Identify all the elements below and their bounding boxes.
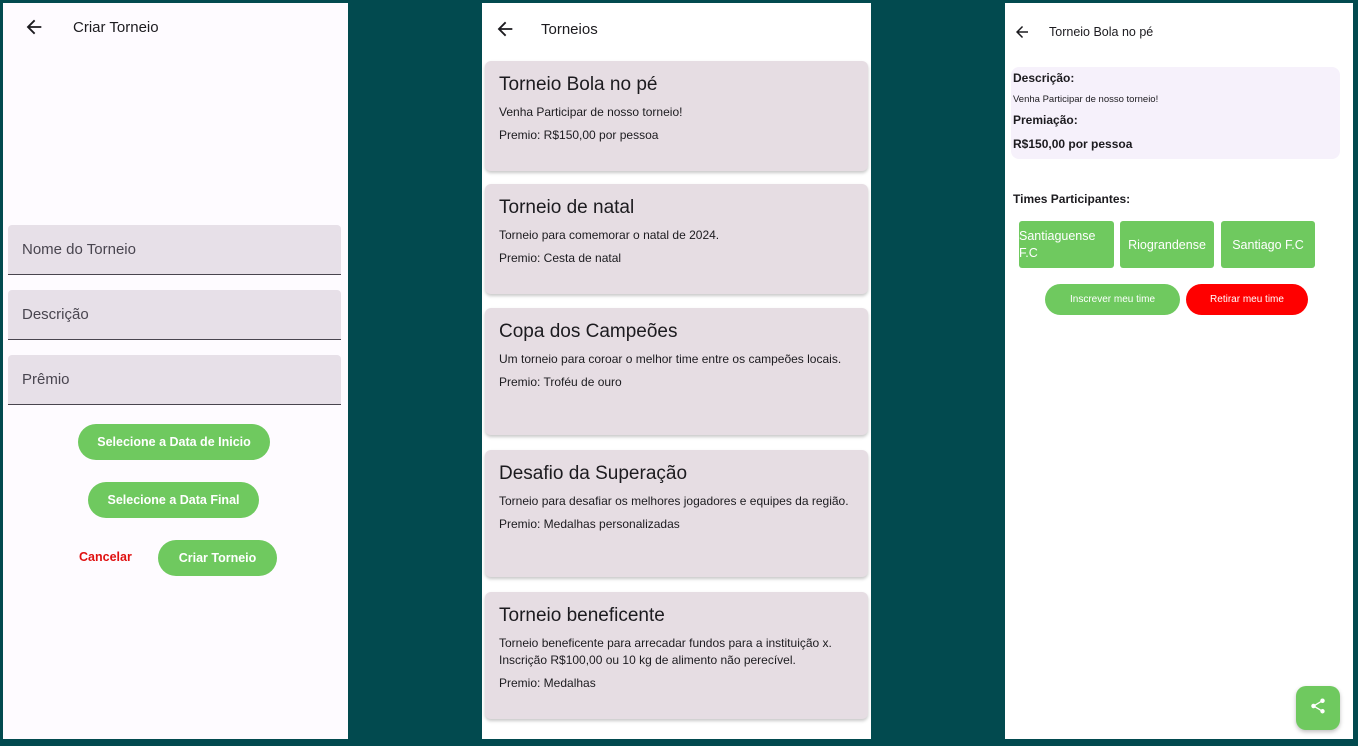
page-title: Torneio Bola no pé xyxy=(1049,25,1154,39)
top-app-bar: Criar Torneio xyxy=(3,3,348,51)
tournament-description: Torneio para comemorar o natal de 2024. xyxy=(499,228,720,242)
join-team-button[interactable]: Inscrever meu time xyxy=(1045,284,1180,315)
tournament-card[interactable]: Copa dos Campeões Um torneio para coroar… xyxy=(485,308,868,435)
prize-text: R$150,00 por pessoa xyxy=(1013,137,1133,151)
share-icon xyxy=(1309,697,1327,720)
tournament-title: Torneio Bola no pé xyxy=(499,74,658,95)
description-label: Descrição: xyxy=(1013,71,1075,85)
start-date-button[interactable]: Selecione a Data de Inicio xyxy=(78,424,270,460)
prize-label: Premiação: xyxy=(1013,113,1078,127)
tournament-card[interactable]: Torneio de natal Torneio para comemorar … xyxy=(485,184,868,294)
top-app-bar: Torneios xyxy=(482,3,871,55)
tournament-description: Um torneio para coroar o melhor time ent… xyxy=(499,352,842,366)
tournament-prize: Premio: Cesta de natal xyxy=(499,251,622,265)
page-title: Criar Torneio xyxy=(73,18,159,36)
description-field[interactable] xyxy=(8,290,341,340)
back-arrow-icon[interactable] xyxy=(1013,23,1031,41)
cancel-button[interactable]: Cancelar xyxy=(79,550,132,564)
tournament-prize: Premio: Medalhas xyxy=(499,676,596,690)
create-tournament-button[interactable]: Criar Torneio xyxy=(158,540,277,576)
tournament-detail-screen: Torneio Bola no pé Descrição: Venha Part… xyxy=(1005,3,1353,739)
tournament-description: Torneio para desafiar os melhores jogado… xyxy=(499,494,849,508)
end-date-button[interactable]: Selecione a Data Final xyxy=(88,482,259,518)
share-button[interactable] xyxy=(1296,686,1340,730)
back-arrow-icon[interactable] xyxy=(494,18,516,40)
teams-label: Times Participantes: xyxy=(1013,192,1131,206)
description-input[interactable] xyxy=(8,290,341,339)
tournament-name-input[interactable] xyxy=(8,225,341,274)
tournament-description: Venha Participar de nosso torneio! xyxy=(499,105,683,119)
tournament-prize: Premio: Troféu de ouro xyxy=(499,375,622,389)
create-tournament-screen: Criar Torneio Selecione a Data de Inicio… xyxy=(3,3,348,739)
top-app-bar: Torneio Bola no pé xyxy=(1005,3,1353,61)
description-text: Venha Participar de nosso torneio! xyxy=(1013,94,1159,105)
prize-field[interactable] xyxy=(8,355,341,405)
tournament-title: Copa dos Campeões xyxy=(499,321,678,342)
page-title: Torneios xyxy=(541,20,598,38)
tournament-title: Torneio beneficente xyxy=(499,605,665,626)
tournament-prize: Premio: Medalhas personalizadas xyxy=(499,517,680,531)
tournament-card[interactable]: Torneio beneficente Torneio beneficente … xyxy=(485,592,868,719)
tournament-title: Torneio de natal xyxy=(499,197,635,218)
tournament-card[interactable]: Desafio da Superação Torneio para desafi… xyxy=(485,450,868,577)
prize-input[interactable] xyxy=(8,355,341,404)
team-chip[interactable]: Santiaguense F.C xyxy=(1019,221,1114,268)
tournament-info-box: Descrição: Venha Participar de nosso tor… xyxy=(1011,67,1340,159)
tournament-prize: Premio: R$150,00 por pessoa xyxy=(499,128,659,142)
team-chip[interactable]: Riograndense xyxy=(1120,221,1214,268)
leave-team-button[interactable]: Retirar meu time xyxy=(1186,284,1308,315)
tournament-card[interactable]: Torneio Bola no pé Venha Participar de n… xyxy=(485,61,868,171)
team-chip[interactable]: Santiago F.C xyxy=(1221,221,1315,268)
back-arrow-icon[interactable] xyxy=(23,16,45,38)
tournament-name-field[interactable] xyxy=(8,225,341,275)
tournament-description: Torneio beneficente para arrecadar fundo… xyxy=(499,636,832,667)
tournaments-list-screen: Torneios Torneio Bola no pé Venha Partic… xyxy=(482,3,871,739)
tournament-title: Desafio da Superação xyxy=(499,463,688,484)
